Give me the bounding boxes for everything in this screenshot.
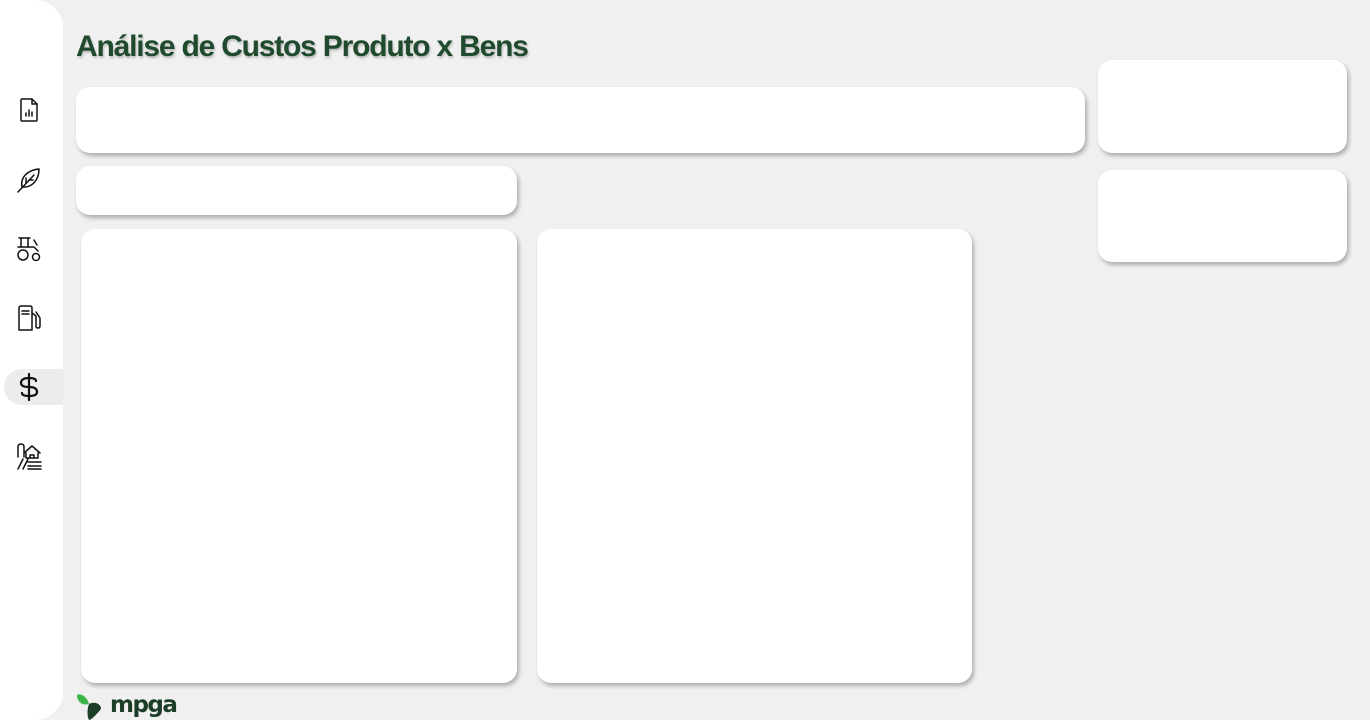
kpi-card-top — [1098, 60, 1347, 153]
fuel-pump-icon — [18, 305, 41, 331]
kpi-card-bottom — [1098, 170, 1347, 262]
leaf-icon — [17, 168, 40, 193]
nav-reports[interactable] — [4, 92, 63, 128]
chart-panel-left — [81, 229, 517, 683]
dollar-icon — [19, 372, 39, 402]
sidebar-nav — [0, 0, 63, 720]
logo-text: mpga — [110, 691, 178, 718]
nav-crop[interactable] — [4, 162, 63, 198]
nav-costs[interactable] — [4, 369, 63, 405]
nav-farm[interactable] — [4, 438, 63, 474]
page-title: Análise de Custos Produto x Bens — [76, 30, 529, 63]
nav-machinery[interactable] — [4, 231, 63, 267]
footer-logo: mpga — [76, 690, 178, 720]
selector-panel — [76, 166, 517, 215]
tractor-icon — [17, 237, 41, 262]
filter-panel — [76, 87, 1085, 153]
report-document-icon — [20, 98, 38, 122]
chart-panel-right — [537, 229, 972, 683]
farm-house-icon — [17, 443, 42, 470]
mpga-leaf-icon — [77, 694, 101, 720]
nav-fuel[interactable] — [4, 300, 63, 336]
